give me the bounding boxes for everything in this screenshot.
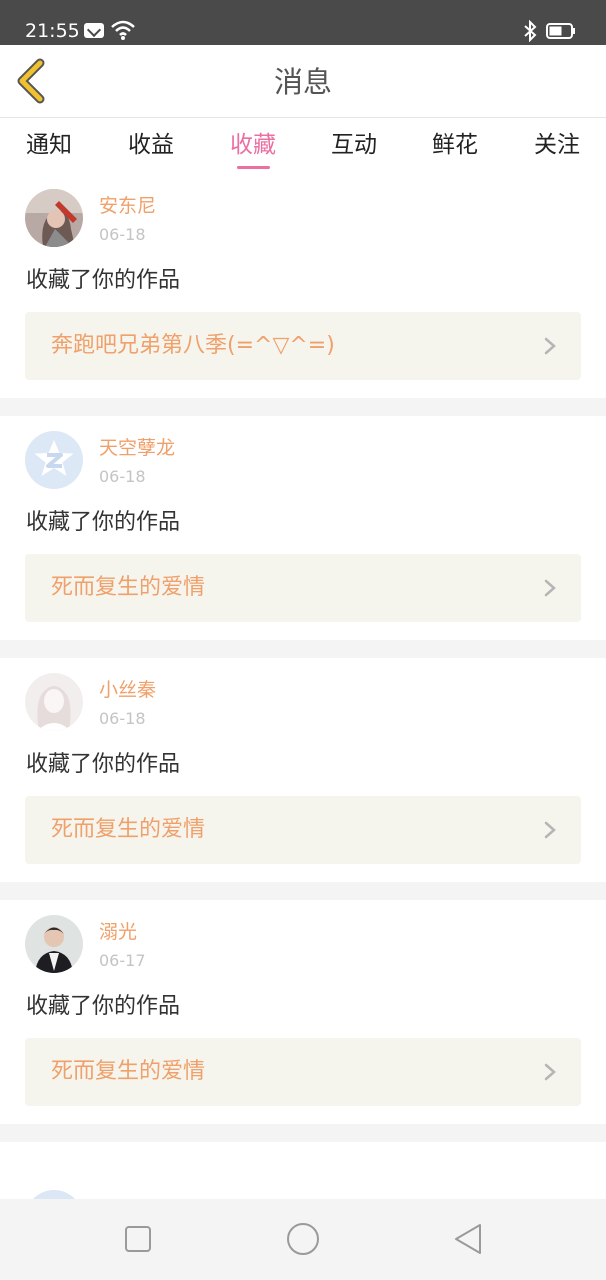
divider <box>0 398 606 416</box>
system-nav-bar <box>0 1199 606 1280</box>
work-title: 死而复生的爱情 <box>51 575 206 600</box>
avatar[interactable] <box>25 915 83 973</box>
avatar[interactable] <box>25 431 83 489</box>
message-username[interactable]: 小丝秦 <box>99 677 156 703</box>
avatar[interactable] <box>25 189 83 247</box>
status-time: 21:55 <box>25 20 80 42</box>
message-date: 06-18 <box>99 225 146 244</box>
message-username[interactable]: 安东尼 <box>99 193 156 219</box>
battery-icon <box>546 23 575 39</box>
mail-icon <box>84 23 104 38</box>
chevron-right-icon <box>544 1063 556 1081</box>
message-text: 收藏了你的作品 <box>26 994 181 1019</box>
list-item: 小丝秦 06-18 收藏了你的作品 死而复生的爱情 <box>0 658 606 882</box>
triangle-back-icon[interactable] <box>450 1221 486 1257</box>
square-recent-icon[interactable] <box>120 1221 156 1257</box>
active-tab-indicator <box>237 166 270 169</box>
work-link[interactable]: 死而复生的爱情 <box>25 1038 581 1106</box>
work-link[interactable]: 奔跑吧兄弟第八季(=^▽^=) <box>25 312 581 380</box>
bluetooth-icon <box>524 20 537 42</box>
divider <box>0 1124 606 1142</box>
list-item: 安东尼 06-18 收藏了你的作品 奔跑吧兄弟第八季(=^▽^=) <box>0 174 606 398</box>
message-text: 收藏了你的作品 <box>26 510 181 535</box>
tab-bar: 通知 收益 收藏 互动 鲜花 关注 <box>0 119 606 174</box>
header: 消息 <box>0 45 606 118</box>
message-date: 06-18 <box>99 709 146 728</box>
tab-flowers[interactable]: 鲜花 <box>415 129 495 174</box>
list-item: 溺光 06-17 收藏了你的作品 死而复生的爱情 <box>0 900 606 1124</box>
message-username[interactable]: 天空孽龙 <box>99 435 175 461</box>
work-link[interactable]: 死而复生的爱情 <box>25 554 581 622</box>
tab-notifications[interactable]: 通知 <box>9 129 89 174</box>
list-item: 天空孽龙 06-18 收藏了你的作品 死而复生的爱情 <box>0 416 606 640</box>
message-list: 安东尼 06-18 收藏了你的作品 奔跑吧兄弟第八季(=^▽^=) 天空孽龙 0… <box>0 174 606 1142</box>
avatar[interactable] <box>25 673 83 731</box>
message-text: 收藏了你的作品 <box>26 268 181 293</box>
tab-following[interactable]: 关注 <box>517 129 597 174</box>
tab-interactions[interactable]: 互动 <box>314 129 394 174</box>
divider <box>0 882 606 900</box>
status-bar: 21:55 <box>0 0 606 45</box>
message-text: 收藏了你的作品 <box>26 752 181 777</box>
message-username[interactable]: 溺光 <box>99 919 137 945</box>
work-link[interactable]: 死而复生的爱情 <box>25 796 581 864</box>
divider <box>0 640 606 658</box>
work-title: 死而复生的爱情 <box>51 817 206 842</box>
work-title: 奔跑吧兄弟第八季(=^▽^=) <box>51 333 335 358</box>
message-date: 06-17 <box>99 951 146 970</box>
chevron-right-icon <box>544 337 556 355</box>
chevron-right-icon <box>544 821 556 839</box>
message-date: 06-18 <box>99 467 146 486</box>
work-title: 死而复生的爱情 <box>51 1059 206 1084</box>
tab-earnings[interactable]: 收益 <box>111 129 191 174</box>
wifi-icon <box>111 20 135 40</box>
circle-home-icon[interactable] <box>285 1221 321 1257</box>
chevron-right-icon <box>544 579 556 597</box>
page-title: 消息 <box>273 65 332 99</box>
